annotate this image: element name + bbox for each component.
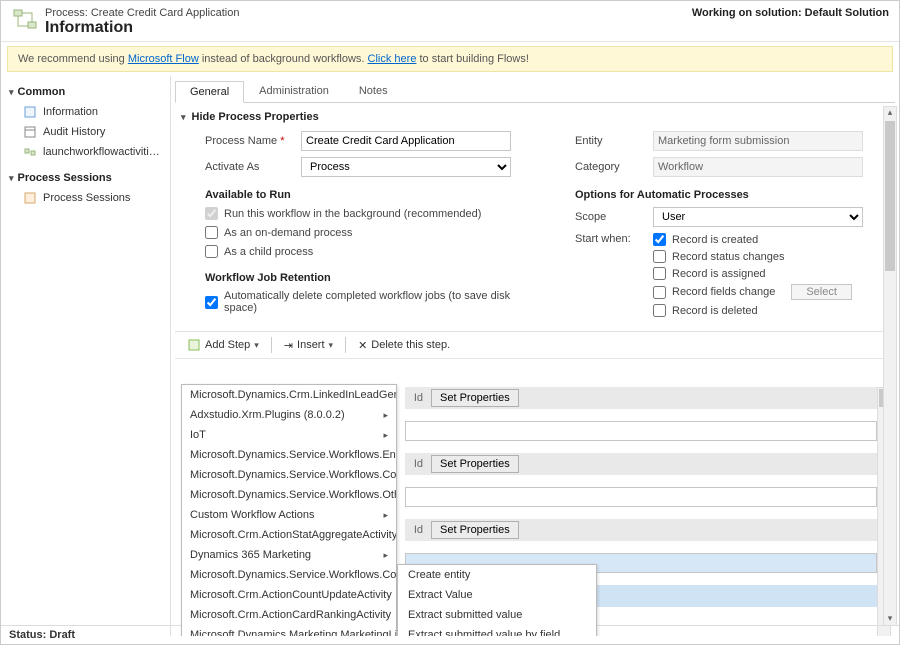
chevron-down-icon: ▾	[9, 173, 14, 184]
step-id-label: Id	[409, 392, 423, 404]
menu-item[interactable]: Microsoft.Crm.ActionCountUpdateActivity▸	[182, 585, 396, 605]
menu-item[interactable]: Microsoft.Dynamics.Service.Workflows.Con…	[182, 565, 396, 585]
chevron-right-icon: ▸	[383, 410, 388, 421]
steps-area: Add Step ▾ ⇥Insert ▾ ✕Delete this step. …	[175, 331, 895, 636]
nav-section-sessions[interactable]: ▾ Process Sessions	[5, 168, 166, 188]
step-field[interactable]	[405, 421, 877, 441]
set-properties-button[interactable]: Set Properties	[431, 389, 519, 407]
menu-item[interactable]: Microsoft.Dynamics.Service.Workflows.Oth…	[182, 485, 396, 505]
nav-item-audit-history[interactable]: Audit History	[5, 122, 166, 142]
options-label: Options for Automatic Processes	[575, 189, 885, 201]
tab-general[interactable]: General	[175, 81, 244, 103]
sessions-icon	[23, 191, 37, 205]
select-fields-button[interactable]: Select	[791, 284, 852, 300]
scroll-down-icon[interactable]: ▾	[884, 613, 896, 625]
form-icon	[23, 105, 37, 119]
workflow-icon	[23, 145, 37, 159]
nav-item-launchworkflow[interactable]: launchworkflowactiviti…	[5, 142, 166, 162]
auto-delete-checkbox[interactable]: Automatically delete completed workflow …	[205, 290, 535, 314]
submenu-item[interactable]: Extract submitted value	[398, 605, 596, 625]
activate-as-select[interactable]: Process	[301, 157, 511, 177]
history-icon	[23, 125, 37, 139]
chevron-down-icon: ▾	[254, 340, 259, 351]
solution-label: Working on solution: Default Solution	[692, 7, 889, 19]
tab-notes[interactable]: Notes	[344, 80, 403, 102]
menu-item[interactable]: Microsoft.Dynamics.Crm.LinkedInLeadGenI……	[182, 385, 396, 405]
submenu-item[interactable]: Extract submitted value by field	[398, 625, 596, 636]
left-nav: ▾ Common Information Audit History launc…	[1, 76, 171, 636]
flow-link[interactable]: Microsoft Flow	[128, 53, 199, 65]
child-process-checkbox[interactable]: As a child process	[205, 245, 535, 258]
add-step-submenu: Create entityExtract ValueExtract submit…	[397, 564, 597, 636]
process-name-input[interactable]	[301, 131, 511, 151]
content-scrollbar[interactable]: ▴ ▾	[883, 106, 897, 626]
on-demand-checkbox[interactable]: As an on-demand process	[205, 226, 535, 239]
chevron-right-icon: ▸	[383, 430, 388, 441]
set-properties-button[interactable]: Set Properties	[431, 455, 519, 473]
chevron-right-icon: ▸	[383, 550, 388, 561]
menu-item[interactable]: Microsoft.Crm.ActionCardRankingActivity▸	[182, 605, 396, 625]
start-deleted-checkbox[interactable]: Record is deleted	[653, 304, 852, 317]
scroll-up-icon[interactable]: ▴	[884, 107, 896, 119]
menu-item[interactable]: Microsoft.Dynamics.Service.Workflows.Ent…	[182, 445, 396, 465]
menu-item[interactable]: Microsoft.Dynamics.Service.Workflows.Con…	[182, 465, 396, 485]
menu-item[interactable]: Adxstudio.Xrm.Plugins (8.0.0.2)▸	[182, 405, 396, 425]
nav-item-information[interactable]: Information	[5, 102, 166, 122]
hide-properties-toggle[interactable]: ▾ Hide Process Properties	[175, 103, 895, 127]
add-step-button[interactable]: Add Step ▾	[181, 336, 265, 354]
recommendation-bar: We recommend using Microsoft Flow instea…	[7, 46, 893, 72]
process-icon	[11, 7, 39, 35]
set-properties-button[interactable]: Set Properties	[431, 521, 519, 539]
activate-as-label: Activate As	[205, 161, 295, 173]
content-area: General Administration Notes ▾ Hide Proc…	[171, 76, 899, 636]
entity-label: Entity	[575, 135, 647, 147]
category-field	[653, 157, 863, 177]
steps-toolbar: Add Step ▾ ⇥Insert ▾ ✕Delete this step.	[175, 332, 895, 359]
start-when-label: Start when:	[575, 233, 647, 245]
run-background-checkbox[interactable]: Run this workflow in the background (rec…	[205, 207, 535, 220]
menu-item[interactable]: Dynamics 365 Marketing▸	[182, 545, 396, 565]
category-label: Category	[575, 161, 647, 173]
chevron-down-icon: ▾	[9, 87, 14, 98]
menu-item[interactable]: Microsoft.Crm.ActionStatAggregateActivit…	[182, 525, 396, 545]
available-to-run-label: Available to Run	[205, 189, 535, 201]
chevron-down-icon: ▾	[329, 340, 334, 351]
header: Process: Create Credit Card Application …	[1, 1, 899, 42]
menu-item[interactable]: Custom Workflow Actions▸	[182, 505, 396, 525]
scroll-thumb[interactable]	[885, 121, 895, 271]
submenu-item[interactable]: Create entity	[398, 565, 596, 585]
menu-item[interactable]: IoT▸	[182, 425, 396, 445]
chevron-down-icon: ▾	[181, 112, 186, 123]
insert-button[interactable]: ⇥Insert ▾	[278, 337, 339, 354]
entity-field	[653, 131, 863, 151]
menu-item[interactable]: Microsoft.Dynamics.Marketing.MarketingLi…	[182, 625, 396, 636]
step-id-label: Id	[409, 458, 423, 470]
retention-label: Workflow Job Retention	[205, 272, 535, 284]
scope-select[interactable]: User	[653, 207, 863, 227]
add-icon	[187, 338, 201, 352]
scope-label: Scope	[575, 211, 647, 223]
click-here-link[interactable]: Click here	[368, 53, 417, 65]
process-breadcrumb: Process: Create Credit Card Application	[45, 7, 239, 19]
start-assigned-checkbox[interactable]: Record is assigned	[653, 267, 852, 280]
submenu-item[interactable]: Extract Value	[398, 585, 596, 605]
step-id-label: Id	[409, 524, 423, 536]
step-field[interactable]	[405, 487, 877, 507]
add-step-menu: Microsoft.Dynamics.Crm.LinkedInLeadGenI……	[181, 384, 397, 636]
insert-icon: ⇥	[284, 339, 293, 352]
page-title: Information	[45, 19, 239, 37]
tab-administration[interactable]: Administration	[244, 80, 344, 102]
start-created-checkbox[interactable]: Record is created	[653, 233, 852, 246]
start-fields-checkbox[interactable]: Record fields change Select	[653, 284, 852, 300]
properties-form: Process Name * Activate As Process Avail…	[175, 127, 895, 327]
chevron-right-icon: ▸	[383, 510, 388, 521]
process-name-label: Process Name *	[205, 135, 295, 147]
tabs: General Administration Notes	[175, 80, 895, 103]
start-status-checkbox[interactable]: Record status changes	[653, 250, 852, 263]
nav-section-common[interactable]: ▾ Common	[5, 82, 166, 102]
nav-item-process-sessions[interactable]: Process Sessions	[5, 188, 166, 208]
delete-icon: ✕	[358, 339, 367, 352]
delete-step-button[interactable]: ✕Delete this step.	[352, 337, 456, 354]
